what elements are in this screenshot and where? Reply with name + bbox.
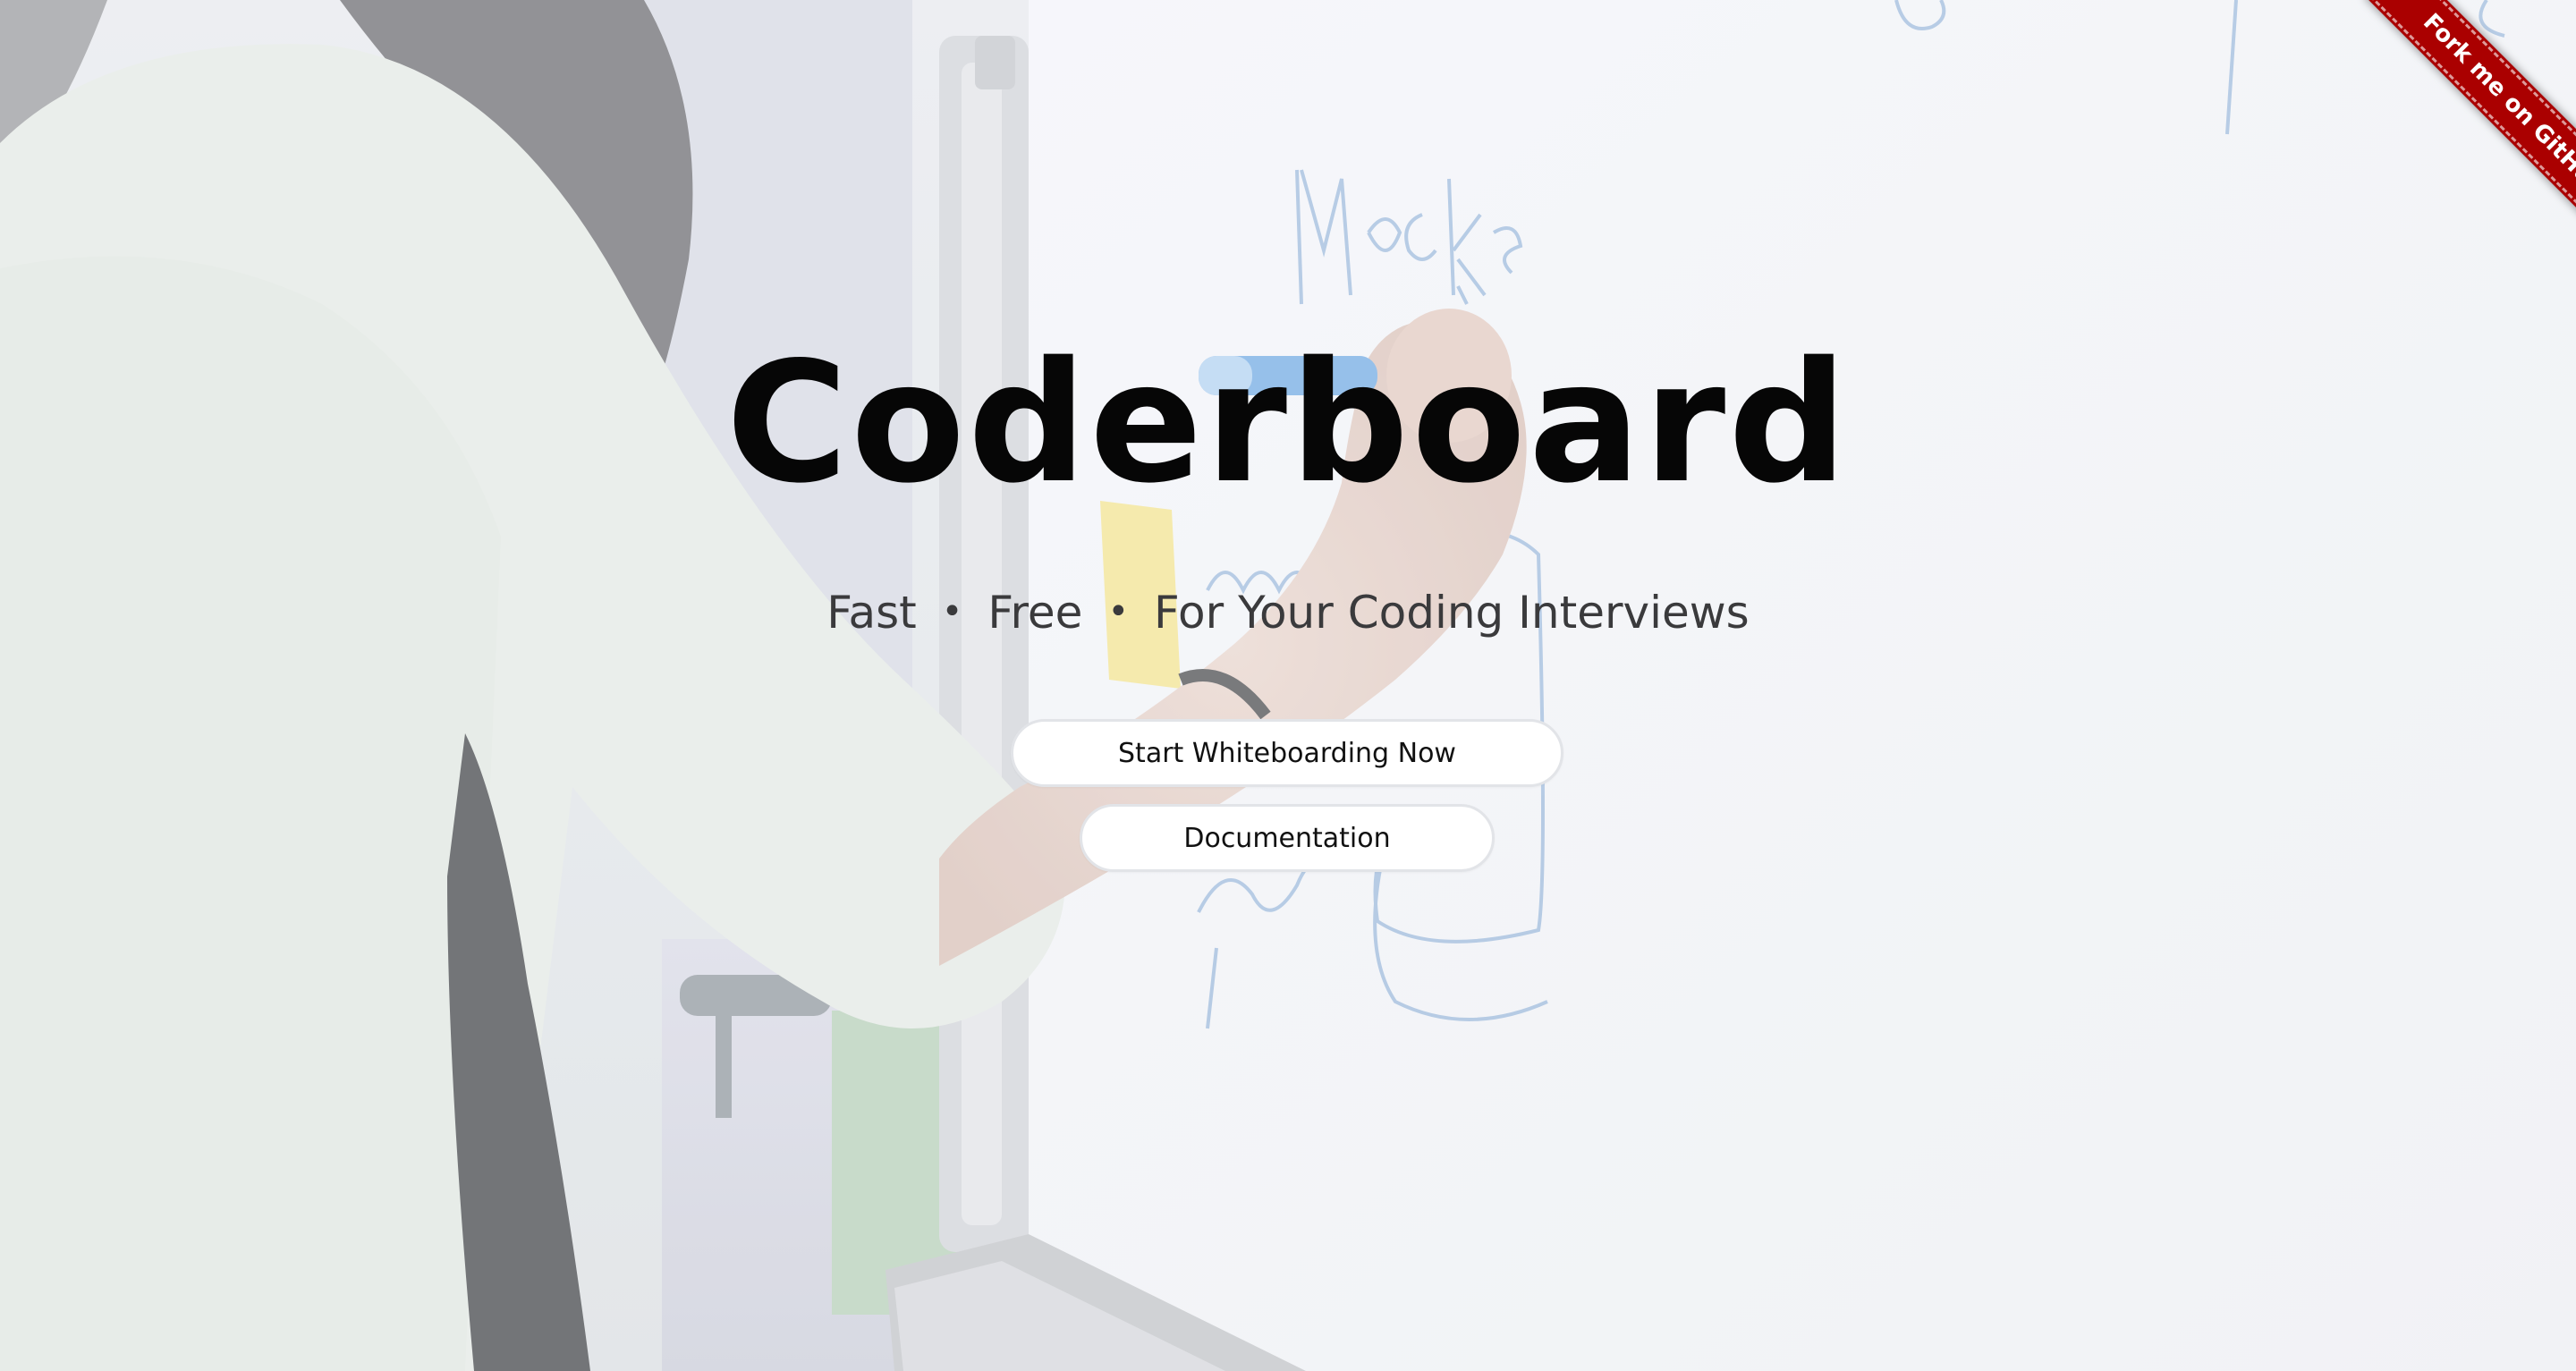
landing-page: Coderboard Fast • Free • For Your Coding Int… <box>0 0 2576 1371</box>
tagline-free: Free <box>987 587 1083 639</box>
fork-on-github-ribbon[interactable]: Fork me on GitHub <box>2368 0 2576 250</box>
documentation-button[interactable]: Documentation <box>1080 804 1495 872</box>
hero-section: Coderboard Fast • Free • For Your Coding Int… <box>0 0 2576 1371</box>
hero-tagline: Fast • Free • For Your Coding Interviews <box>0 590 2576 635</box>
tagline-fast: Fast <box>826 587 917 639</box>
github-ribbon-container: Fork me on GitHub <box>2317 0 2576 259</box>
tagline-coding-interviews: For Your Coding Interviews <box>1154 587 1750 639</box>
start-whiteboarding-button[interactable]: Start Whiteboarding Now <box>1011 719 1563 787</box>
tagline-separator: • <box>1107 591 1130 632</box>
tagline-separator: • <box>941 591 963 632</box>
page-title: Coderboard <box>725 326 1851 520</box>
